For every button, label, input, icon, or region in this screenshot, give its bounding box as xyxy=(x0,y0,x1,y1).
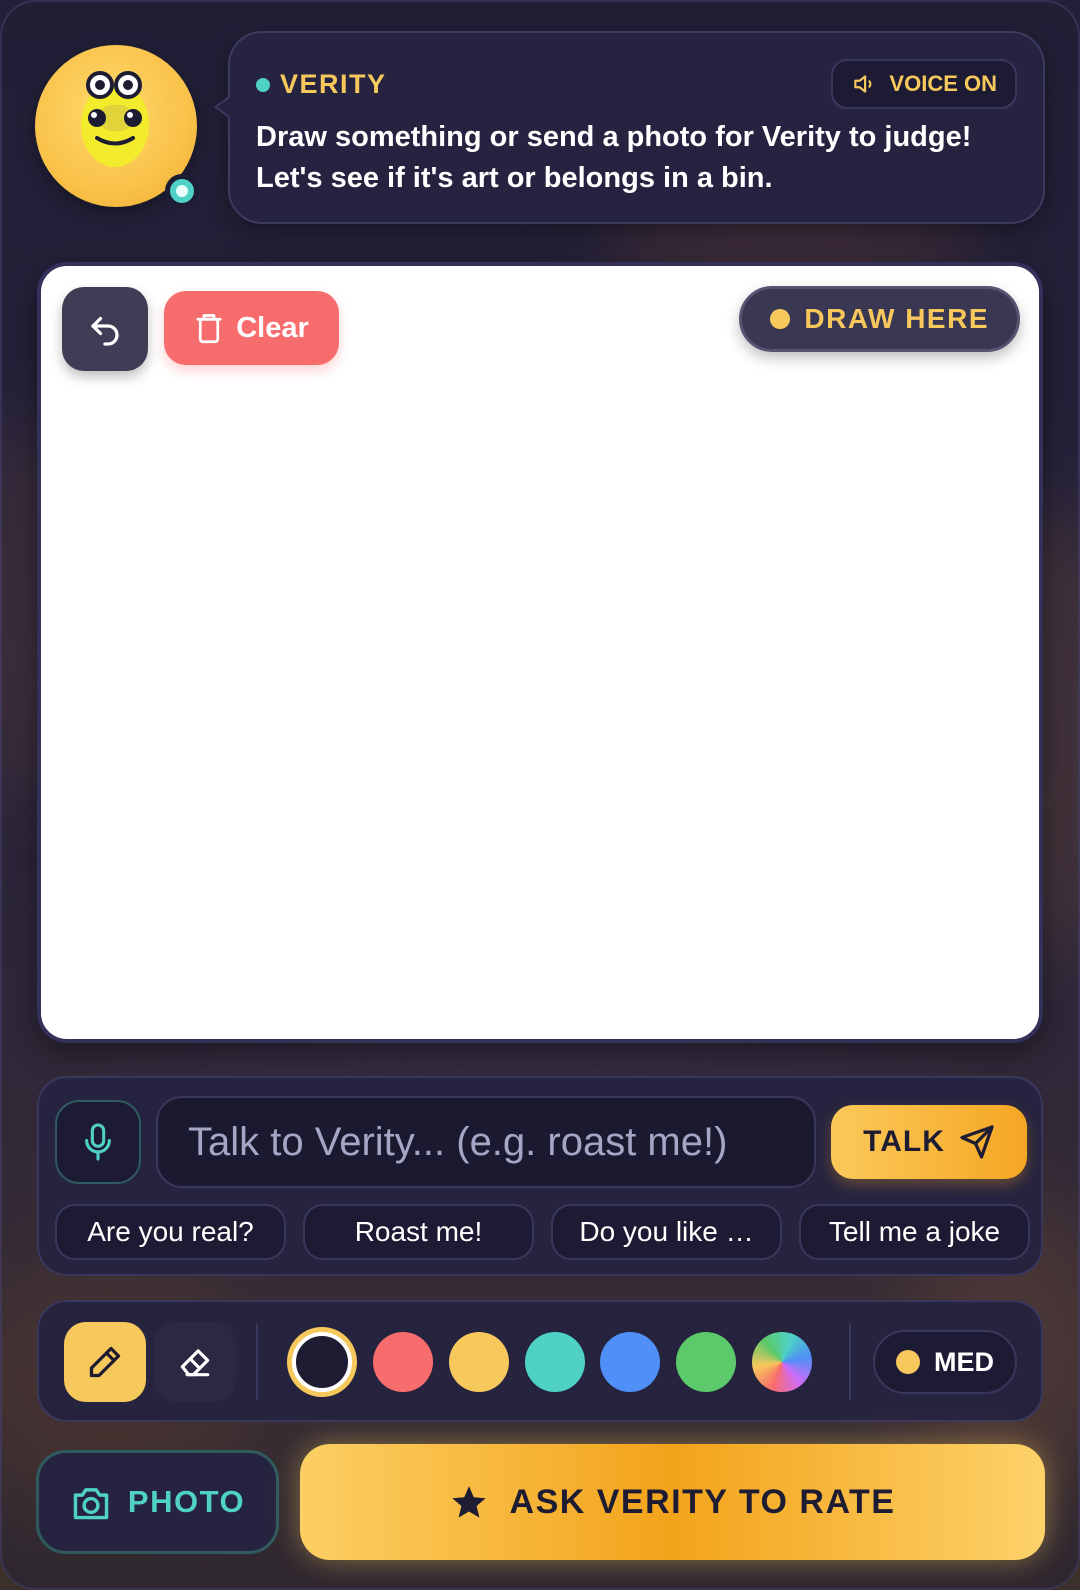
toolbar-divider xyxy=(849,1324,851,1400)
undo-icon xyxy=(91,316,119,346)
color-swatch-rainbow[interactable] xyxy=(752,1332,812,1392)
speaker-icon xyxy=(854,75,872,93)
color-swatch-yellow[interactable] xyxy=(449,1332,509,1392)
draw-here-label: DRAW HERE xyxy=(804,303,989,334)
rate-label: ASK VERITY TO RATE xyxy=(509,1482,896,1521)
trash-icon xyxy=(196,314,222,344)
brush-size-button[interactable]: MED xyxy=(873,1330,1017,1394)
brush-size-label: MED xyxy=(934,1346,994,1377)
chat-panel: TALK Are you real? Roast me! Do you like… xyxy=(37,1076,1043,1276)
suggestion-chips: Are you real? Roast me! Do you like … Te… xyxy=(55,1204,1030,1260)
talk-label: TALK xyxy=(863,1125,945,1158)
color-swatch-black[interactable] xyxy=(292,1332,352,1392)
badge-dot xyxy=(770,309,791,329)
clear-canvas-button[interactable]: Clear xyxy=(164,291,339,365)
voice-toggle-button[interactable]: VOICE ON xyxy=(831,59,1017,109)
talk-send-button[interactable]: TALK xyxy=(831,1105,1027,1179)
microphone-button[interactable] xyxy=(55,1100,141,1184)
star-icon xyxy=(451,1486,486,1518)
draw-here-badge: DRAW HERE xyxy=(739,286,1020,352)
send-icon xyxy=(960,1125,994,1159)
photo-label: PHOTO xyxy=(127,1484,246,1519)
eraser-icon xyxy=(180,1349,210,1377)
status-dot xyxy=(256,77,270,92)
assistant-speech-bubble: VERITY VOICE ON Draw something or send a… xyxy=(214,31,1045,224)
pencil-tool-button[interactable] xyxy=(64,1322,146,1402)
suggestion-chip[interactable]: Roast me! xyxy=(303,1204,534,1260)
toolbar-divider xyxy=(256,1324,258,1400)
drawing-toolbar: MED xyxy=(37,1300,1043,1422)
assistant-name: VERITY xyxy=(280,69,387,99)
chat-input[interactable] xyxy=(156,1096,816,1188)
undo-button[interactable] xyxy=(62,287,148,371)
voice-toggle-label: VOICE ON xyxy=(889,71,997,96)
color-swatch-teal[interactable] xyxy=(525,1332,585,1392)
pencil-icon xyxy=(89,1346,121,1378)
photo-upload-button[interactable]: PHOTO xyxy=(36,1450,279,1554)
brush-size-dot xyxy=(896,1350,920,1374)
suggestion-chip[interactable]: Do you like … xyxy=(551,1204,782,1260)
suggestion-chip[interactable]: Are you real? xyxy=(55,1204,286,1260)
camera-icon xyxy=(73,1488,109,1520)
color-swatch-red[interactable] xyxy=(373,1332,433,1392)
assistant-name-label: VERITY xyxy=(256,69,387,100)
suggestion-chip[interactable]: Tell me a joke xyxy=(799,1204,1030,1260)
assistant-message: Draw something or send a photo for Verit… xyxy=(256,121,972,194)
online-status-indicator xyxy=(165,174,199,208)
drawing-canvas[interactable]: Clear DRAW HERE xyxy=(37,262,1043,1043)
clear-label: Clear xyxy=(236,311,309,344)
microphone-icon xyxy=(85,1123,111,1161)
eraser-tool-button[interactable] xyxy=(154,1322,236,1402)
color-swatch-blue[interactable] xyxy=(600,1332,660,1392)
ask-to-rate-button[interactable]: ASK VERITY TO RATE xyxy=(300,1444,1045,1560)
color-swatch-green[interactable] xyxy=(676,1332,736,1392)
